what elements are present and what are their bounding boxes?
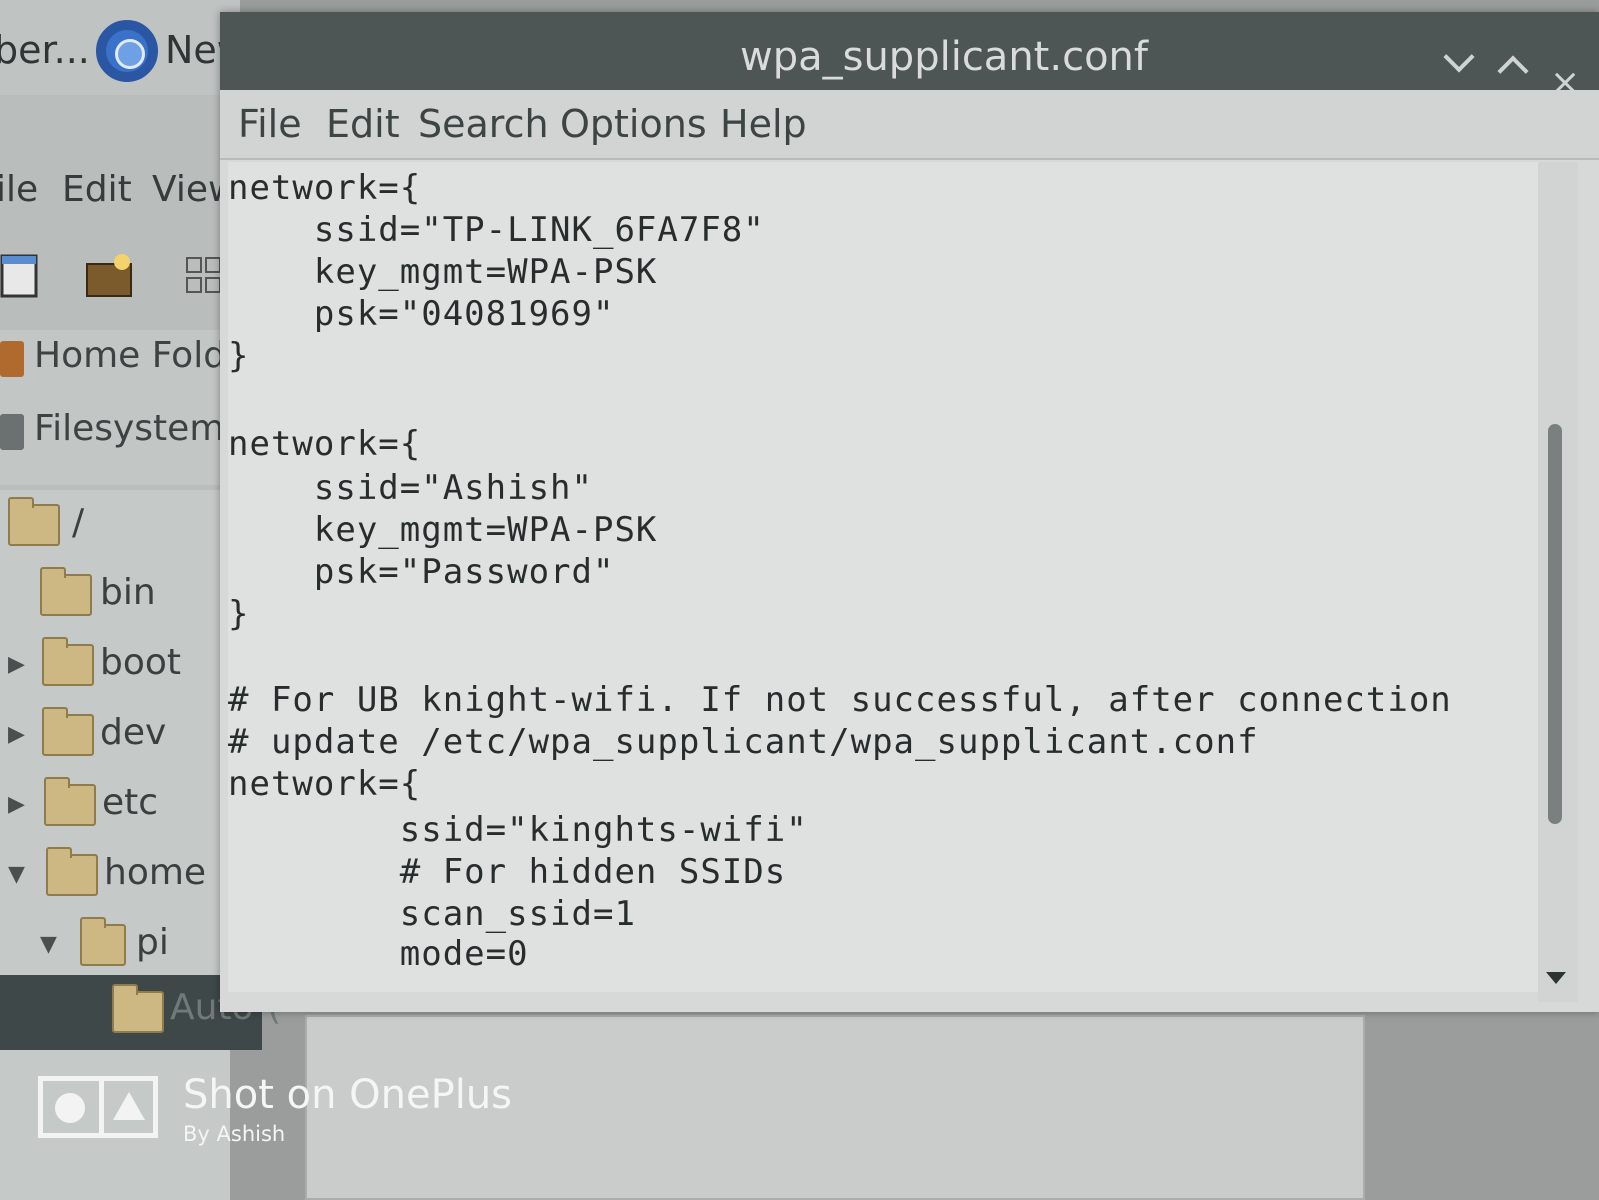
code-line: key_mgmt=WPA-PSK (228, 252, 658, 292)
tree-label: pi (136, 922, 169, 963)
vertical-scrollbar[interactable] (1538, 162, 1578, 1002)
code-line: network={ (228, 424, 422, 464)
minimize-icon[interactable] (1443, 41, 1475, 73)
code-line: psk="Password" (228, 552, 615, 592)
menu-help[interactable]: Help (720, 102, 807, 146)
watermark-title: Shot on OnePlus (183, 1072, 513, 1118)
scroll-down-arrow-icon[interactable] (1546, 972, 1566, 984)
file-manager-toolbar (0, 240, 230, 320)
tree-label: home (104, 852, 207, 893)
watermark-subtitle: By Ashish (183, 1122, 286, 1146)
menu-options[interactable]: Options (560, 102, 707, 146)
code-line: # For hidden SSIDs (228, 852, 787, 892)
collapse-icon[interactable]: ▼ (40, 932, 57, 957)
home-folder-icon (0, 341, 24, 377)
code-line: } (228, 594, 250, 634)
drive-icon (0, 414, 24, 450)
tree-label: boot (100, 642, 182, 683)
chromium-icon[interactable] (96, 20, 158, 82)
menu-edit[interactable]: Edit (326, 102, 400, 146)
tree-label: bin (100, 572, 156, 613)
tree-label: etc (102, 782, 159, 823)
folder-icon (42, 637, 94, 686)
menu-search[interactable]: Search (418, 102, 549, 146)
taskbar: ber... New (0, 0, 248, 95)
folder-icon (8, 497, 60, 546)
menu-file[interactable]: File (238, 102, 302, 146)
expand-icon[interactable]: ▶ (8, 722, 25, 747)
code-line: ssid="kinghts-wifi" (228, 810, 808, 850)
code-line: network={ (228, 168, 422, 208)
new-window-icon[interactable] (0, 250, 40, 300)
title-bar[interactable]: wpa_supplicant.conf × (220, 12, 1599, 103)
text-editor-window: wpa_supplicant.conf × File Edit Search O… (220, 12, 1599, 1012)
oneplus-camera-logo (38, 1076, 158, 1138)
folder-icon (42, 707, 94, 756)
code-line: network={ (228, 764, 422, 804)
code-line: # For UB knight-wifi. If not successful,… (228, 680, 1452, 720)
fm-menu-file[interactable]: ile (0, 169, 38, 210)
camera-watermark: Shot on OnePlus By Ashish (38, 1072, 512, 1152)
place-label: Home Folde (34, 335, 249, 376)
folder-icon (46, 847, 98, 896)
taskbar-item-prev[interactable]: ber... (0, 28, 90, 72)
home-folder-icon (80, 917, 126, 966)
scrollbar-thumb[interactable] (1548, 424, 1562, 824)
code-line: ssid="TP-LINK_6FA7F8" (228, 210, 765, 250)
maximize-icon[interactable] (1497, 55, 1529, 87)
window-title: wpa_supplicant.conf (740, 34, 1148, 80)
code-line: psk="04081969" (228, 294, 615, 334)
folder-icon (40, 567, 92, 616)
code-line: # update /etc/wpa_supplicant/wpa_supplic… (228, 722, 1259, 762)
code-line: ssid="Ashish" (228, 468, 593, 508)
expand-icon[interactable]: ▶ (8, 652, 25, 677)
folder-icon (44, 777, 96, 826)
tree-label: / (72, 502, 85, 543)
tree-label: dev (100, 712, 167, 753)
view-grid-icon[interactable] (184, 250, 224, 300)
file-manager-window: ile Edit View Home Folde Filesystem F / … (0, 95, 281, 1200)
folder-icon (112, 984, 164, 1033)
fm-menu-edit[interactable]: Edit (62, 169, 132, 210)
places-panel: Home Folde Filesystem F (0, 330, 257, 485)
code-line: } (228, 336, 250, 376)
expand-icon[interactable]: ▶ (8, 792, 25, 817)
editor-menubar: File Edit Search Options Help (220, 90, 1599, 160)
text-editor-area[interactable]: network={ ssid="TP-LINK_6FA7F8" key_mgmt… (228, 162, 1538, 992)
file-manager-menubar: ile Edit View (0, 165, 237, 220)
collapse-icon[interactable]: ▼ (8, 862, 25, 887)
new-folder-icon[interactable] (84, 250, 134, 300)
code-line: key_mgmt=WPA-PSK (228, 510, 658, 550)
code-line: mode=0 (228, 934, 529, 974)
code-line: scan_ssid=1 (228, 894, 636, 934)
